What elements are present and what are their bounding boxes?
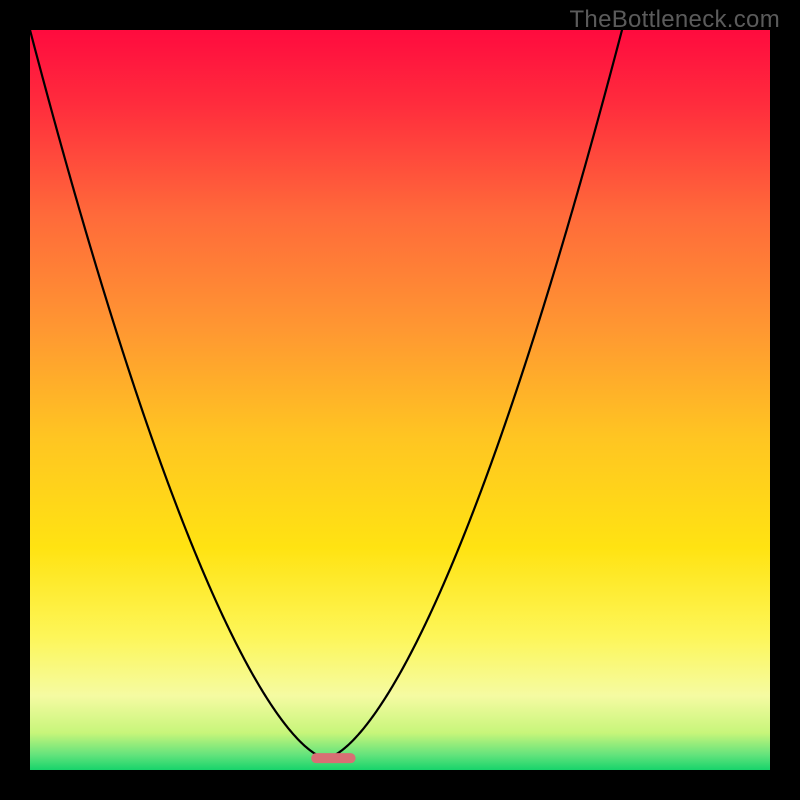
chart-frame: TheBottleneck.com: [0, 0, 800, 800]
bottleneck-plot: [0, 0, 800, 800]
plot-background: [30, 30, 770, 770]
watermark: TheBottleneck.com: [569, 6, 780, 34]
sweet-spot-bar: [311, 753, 355, 763]
